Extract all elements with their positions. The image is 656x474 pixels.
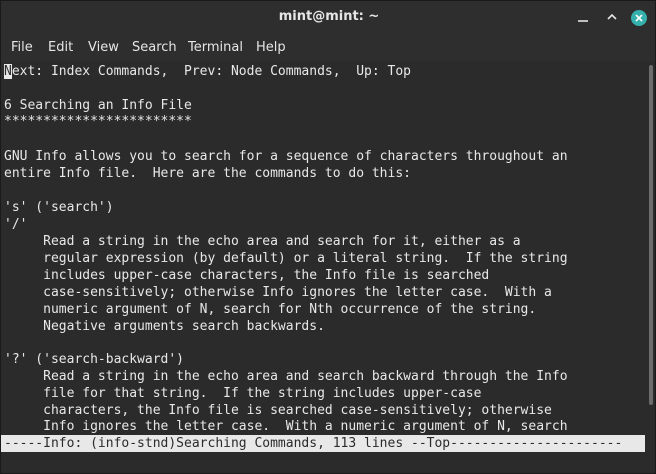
vertical-scrollbar[interactable] — [645, 61, 655, 473]
terminal-line: case-sensitively; otherwise Info ignores… — [4, 285, 552, 300]
status-line-text: -----Info: (info-stnd)Searching Commands… — [4, 436, 623, 451]
maximize-icon — [607, 13, 617, 20]
terminal-line: GNU Info allows you to search for a sequ… — [4, 149, 568, 164]
terminal-line: '?' ('search-backward') — [4, 352, 185, 367]
menu-help[interactable]: Help — [256, 40, 286, 55]
terminal-line: 's' ('search') — [4, 200, 114, 215]
terminal-window: mint@mint: ~ File Edit View Search Termi… — [0, 0, 656, 474]
menu-view[interactable]: View — [88, 40, 119, 55]
scrollbar-thumb[interactable] — [649, 65, 653, 405]
info-nav-header: ext: Index Commands, Prev: Node Commands… — [11, 64, 411, 79]
close-button[interactable] — [631, 10, 647, 26]
terminal-content[interactable]: Next: Index Commands, Prev: Node Command… — [1, 61, 645, 461]
terminal-line: file for that string. If the string incl… — [4, 386, 482, 401]
minimize-icon — [578, 20, 588, 22]
menu-terminal[interactable]: Terminal — [188, 40, 243, 55]
terminal-line: Next: Index Commands, Prev: Node Command… — [4, 63, 411, 80]
terminal-line: 6 Searching an Info File — [4, 98, 192, 113]
terminal-line: Negative arguments search backwards. — [4, 319, 325, 334]
terminal-line: Read a string in the echo area and searc… — [4, 369, 568, 384]
info-status-line: -----Info: (info-stnd)Searching Commands… — [1, 435, 645, 452]
text-cursor: N — [4, 64, 12, 79]
terminal-line: Read a string in the echo area and searc… — [4, 234, 521, 249]
terminal-line: characters, the Info file is searched ca… — [4, 403, 552, 418]
maximize-button[interactable] — [604, 10, 620, 26]
title-bar[interactable]: mint@mint: ~ — [1, 1, 655, 35]
menu-search[interactable]: Search — [132, 40, 177, 55]
terminal-line: includes upper-case characters, the Info… — [4, 268, 490, 283]
close-icon — [635, 14, 643, 22]
terminal-line: regular expression (by default) or a lit… — [4, 251, 568, 266]
terminal-line: '/' — [4, 217, 28, 232]
terminal-line: numeric argument of N, search for Nth oc… — [4, 302, 537, 317]
terminal-line: Info ignores the letter case. With a num… — [4, 419, 568, 434]
window-title: mint@mint: ~ — [278, 9, 380, 24]
menu-edit[interactable]: Edit — [48, 40, 73, 55]
terminal-bottom-area — [1, 452, 645, 473]
terminal-line: entire Info file. Here are the commands … — [4, 166, 411, 181]
terminal-line: ************************ — [4, 114, 192, 129]
minimize-button[interactable] — [575, 10, 591, 26]
menu-bar: File Edit View Search Terminal Help — [1, 35, 655, 61]
menu-file[interactable]: File — [11, 40, 33, 55]
